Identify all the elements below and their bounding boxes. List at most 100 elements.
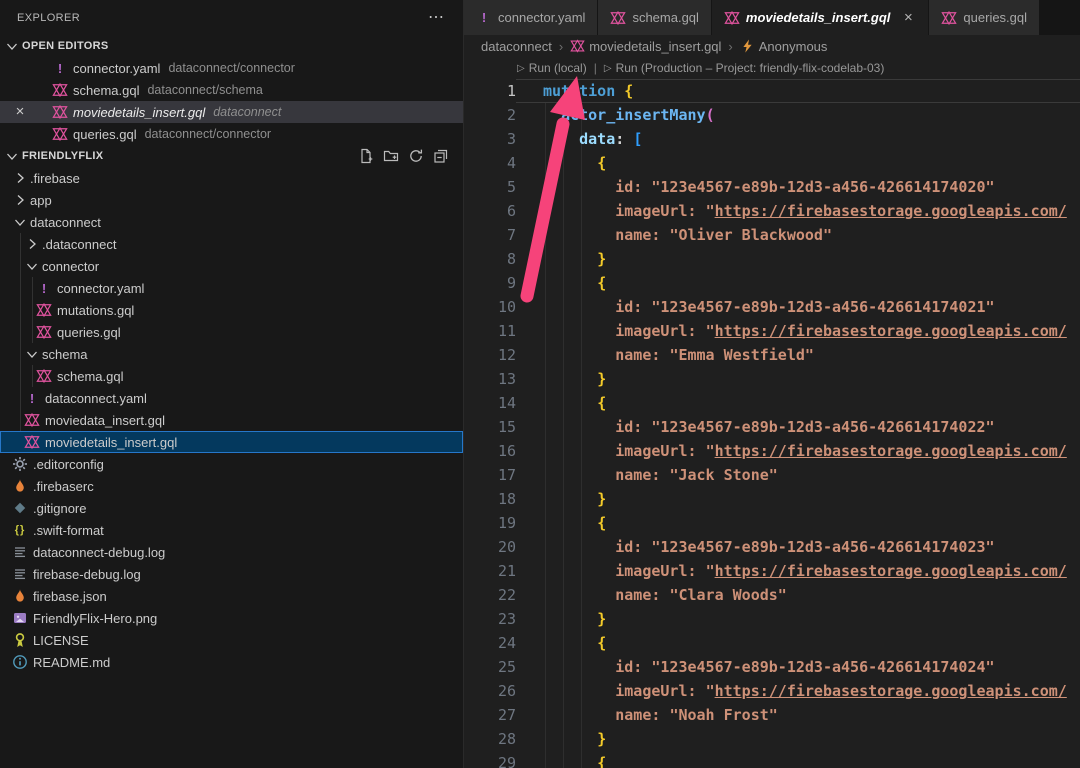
- tab-connector-yaml[interactable]: !connector.yaml: [464, 0, 597, 35]
- graphql-icon: [941, 10, 963, 26]
- tree-item-moviedetails-insert-gql[interactable]: moviedetails_insert.gql: [0, 431, 463, 453]
- file-path: dataconnect/connector: [168, 61, 294, 75]
- tree-item-label: schema: [42, 347, 88, 362]
- breadcrumb-separator: ›: [728, 39, 732, 54]
- codelens-link-run-local[interactable]: ▷ Run (local): [517, 61, 587, 75]
- open-editor-item[interactable]: ! connector.yaml dataconnect/connector: [0, 57, 463, 79]
- tree-item-label: .firebaserc: [33, 479, 94, 494]
- chevron-down-icon: [4, 148, 20, 164]
- open-editors-header[interactable]: OPEN EDITORS: [0, 35, 463, 57]
- line-number: 23: [464, 607, 516, 631]
- close-icon[interactable]: ×: [12, 101, 28, 123]
- tree-item--dataconnect[interactable]: .dataconnect: [0, 233, 463, 255]
- line-number: 8: [464, 247, 516, 271]
- breadcrumb-item[interactable]: moviedetails_insert.gql: [570, 39, 721, 54]
- flame-icon: [12, 478, 33, 494]
- breadcrumb-item[interactable]: Anonymous: [740, 39, 828, 54]
- tree-item-readme-md[interactable]: README.md: [0, 651, 463, 673]
- line-number: 11: [464, 319, 516, 343]
- tree-item--firebaserc[interactable]: .firebaserc: [0, 475, 463, 497]
- new-file-icon[interactable]: [358, 148, 374, 164]
- yaml-warning-icon: !: [476, 10, 498, 26]
- graphql-icon: [724, 10, 746, 26]
- breadcrumb-item[interactable]: dataconnect: [481, 39, 552, 54]
- line-number: 16: [464, 439, 516, 463]
- file-name: moviedetails_insert.gql: [73, 105, 205, 120]
- code-line: 21 imageUrl: "https://firebasestorage.go…: [464, 559, 1080, 583]
- chevron-right-icon: [24, 236, 40, 252]
- tree-item-moviedata-insert-gql[interactable]: moviedata_insert.gql: [0, 409, 463, 431]
- code-line: 12 name: "Emma Westfield": [464, 343, 1080, 367]
- braces-icon: {}: [12, 522, 33, 538]
- tree-item-dataconnect-debug-log[interactable]: dataconnect-debug.log: [0, 541, 463, 563]
- line-number: 28: [464, 727, 516, 751]
- tree-item-label: LICENSE: [33, 633, 89, 648]
- code-line: 23 }: [464, 607, 1080, 631]
- tree-item--swift-format[interactable]: {}.swift-format: [0, 519, 463, 541]
- more-actions-icon[interactable]: ⋯: [428, 13, 445, 23]
- open-editor-item[interactable]: queries.gql dataconnect/connector: [0, 123, 463, 145]
- tab-moviedetails-insert-gql[interactable]: moviedetails_insert.gql ×: [712, 0, 929, 35]
- codelens-row: ▷ Run (local) | ▷ Run (Production – Proj…: [464, 57, 1080, 79]
- breadcrumb: dataconnect › moviedetails_insert.gql › …: [464, 35, 1080, 57]
- line-number: 3: [464, 127, 516, 151]
- line-number: 14: [464, 391, 516, 415]
- file-path: dataconnect/connector: [145, 127, 271, 141]
- tree-item-dataconnect[interactable]: dataconnect: [0, 211, 463, 233]
- tree-item-schema[interactable]: schema: [0, 343, 463, 365]
- refresh-icon[interactable]: [408, 148, 424, 164]
- open-editor-item[interactable]: schema.gql dataconnect/schema: [0, 79, 463, 101]
- codelens-link-run-production[interactable]: ▷ Run (Production – Project: friendly-fl…: [604, 61, 885, 75]
- line-number: 22: [464, 583, 516, 607]
- line-number: 12: [464, 343, 516, 367]
- code-line: 16 imageUrl: "https://firebasestorage.go…: [464, 439, 1080, 463]
- code-line: 24 {: [464, 631, 1080, 655]
- tree-item-queries-gql[interactable]: queries.gql: [0, 321, 463, 343]
- code-line: 1 mutation {: [464, 79, 1080, 103]
- tab-bar: !connector.yaml schema.gql moviedetails_…: [464, 0, 1080, 35]
- tree-item-label: .editorconfig: [33, 457, 104, 472]
- tree-item-license[interactable]: LICENSE: [0, 629, 463, 651]
- code-line: 3 data: [: [464, 127, 1080, 151]
- tree-item-connector[interactable]: connector: [0, 255, 463, 277]
- tree-item-app[interactable]: app: [0, 189, 463, 211]
- close-icon[interactable]: ×: [900, 9, 916, 26]
- tree-item-label: queries.gql: [57, 325, 121, 340]
- collapse-all-icon[interactable]: [433, 148, 449, 164]
- tree-item-firebase-debug-log[interactable]: firebase-debug.log: [0, 563, 463, 585]
- code-line: 28 }: [464, 727, 1080, 751]
- tab-label: connector.yaml: [498, 10, 585, 25]
- graphql-icon: [36, 324, 57, 340]
- tree-item--gitignore[interactable]: .gitignore: [0, 497, 463, 519]
- tree-item-label: .dataconnect: [42, 237, 116, 252]
- image-icon: [12, 610, 33, 626]
- new-folder-icon[interactable]: [383, 148, 399, 164]
- graphql-icon: [52, 126, 73, 142]
- tree-item-dataconnect-yaml[interactable]: !dataconnect.yaml: [0, 387, 463, 409]
- code-editor[interactable]: ▷ Run (local) | ▷ Run (Production – Proj…: [464, 57, 1080, 768]
- tree-item-connector-yaml[interactable]: !connector.yaml: [0, 277, 463, 299]
- line-number: 24: [464, 631, 516, 655]
- graphql-icon: [36, 302, 57, 318]
- tree-item-friendlyflix-hero-png[interactable]: FriendlyFlix-Hero.png: [0, 607, 463, 629]
- tree-item--firebase[interactable]: .firebase: [0, 167, 463, 189]
- open-editor-item[interactable]: × moviedetails_insert.gql dataconnect: [0, 101, 463, 123]
- code-line: 8 }: [464, 247, 1080, 271]
- tree-item-schema-gql[interactable]: schema.gql: [0, 365, 463, 387]
- code-line: 17 name: "Jack Stone": [464, 463, 1080, 487]
- tree-item--editorconfig[interactable]: .editorconfig: [0, 453, 463, 475]
- tree-item-firebase-json[interactable]: firebase.json: [0, 585, 463, 607]
- tab-schema-gql[interactable]: schema.gql: [598, 0, 710, 35]
- line-number: 29: [464, 751, 516, 768]
- vscode-window: EXPLORER ⋯ OPEN EDITORS ! connector.yaml…: [0, 0, 1080, 768]
- yaml-warning-icon: !: [24, 390, 45, 406]
- chevron-down-icon: [4, 38, 20, 54]
- tree-item-label: dataconnect: [30, 215, 101, 230]
- tab-queries-gql[interactable]: queries.gql: [929, 0, 1039, 35]
- graphql-icon: [52, 104, 73, 120]
- tree-item-label: README.md: [33, 655, 110, 670]
- workspace-header[interactable]: FRIENDLYFLIX: [0, 145, 463, 167]
- breadcrumb-label: Anonymous: [759, 39, 828, 54]
- tree-item-mutations-gql[interactable]: mutations.gql: [0, 299, 463, 321]
- yaml-warning-icon: !: [36, 280, 57, 296]
